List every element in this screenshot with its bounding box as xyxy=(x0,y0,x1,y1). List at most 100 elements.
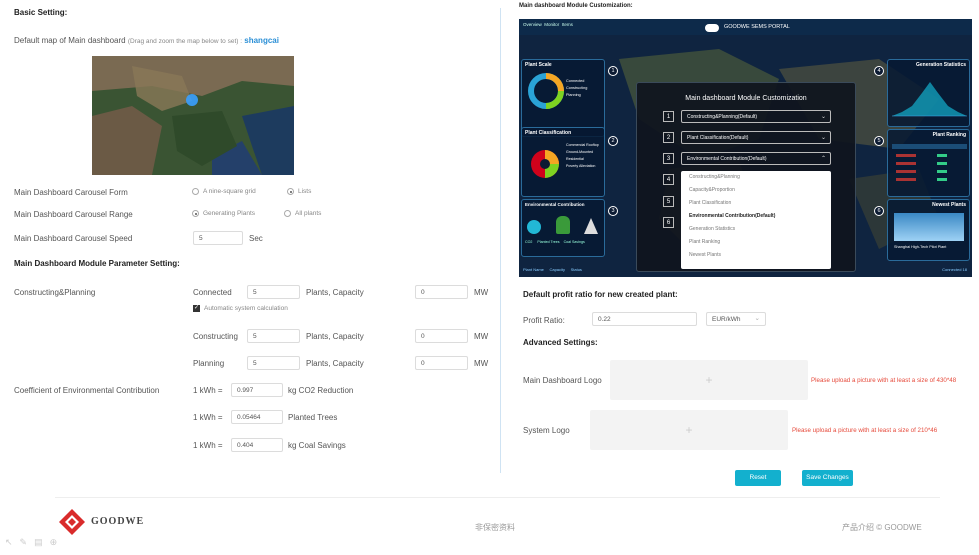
connected-plants-input[interactable]: 5 xyxy=(247,285,300,299)
dash-logo-upload[interactable]: + xyxy=(610,360,808,400)
currency-select[interactable]: EUR/kWh ⌄ xyxy=(706,312,766,326)
module-select-1[interactable]: Constructing&Planning(Default) xyxy=(681,110,831,123)
panel-plant-classification: Plant Classification Commercial Rooftop … xyxy=(521,127,605,197)
chevron-down-icon: ⌄ xyxy=(754,315,760,322)
co2-coef-input[interactable]: 0.997 xyxy=(231,383,283,397)
coal-unit: kg Coal Savings xyxy=(288,441,346,450)
map-city-link[interactable]: shangcai xyxy=(244,36,279,45)
dropdown-option-selected[interactable]: Environmental Contribution(Default) xyxy=(681,210,831,223)
carousel-speed-input[interactable]: 5 xyxy=(193,231,243,245)
preview-top-bar: Overview Monitor Items GOODWE SEMS PORTA… xyxy=(519,19,972,35)
row-number: 3 xyxy=(663,153,674,164)
legend-item: Connected xyxy=(566,79,585,83)
plus-icon: + xyxy=(685,423,693,437)
module-badge-1: 1 xyxy=(608,66,618,76)
coal-coef-input[interactable]: 0.404 xyxy=(231,438,283,452)
dropdown-option[interactable]: Generation Statistics xyxy=(681,223,831,236)
zoom-icon[interactable]: ⊕ xyxy=(50,537,65,547)
plants-capacity-label: Plants, Capacity xyxy=(306,332,364,341)
default-map[interactable] xyxy=(92,56,294,175)
planning-label: Planning xyxy=(193,359,225,368)
coal-icon xyxy=(584,218,598,234)
cloud-logo-icon xyxy=(705,24,719,32)
constructing-plants-input[interactable]: 5 xyxy=(247,329,300,343)
module-select-2[interactable]: Plant Classification(Default) xyxy=(681,131,831,144)
carousel-speed-unit: Sec xyxy=(249,234,263,243)
env-label: Planted Trees xyxy=(537,240,560,244)
panel-generation-statistics: Generation Statistics xyxy=(887,59,970,127)
option-label: All plants xyxy=(295,210,322,218)
dropdown-option[interactable]: Constructing&Planning xyxy=(681,171,831,184)
footer-divider xyxy=(55,497,940,498)
pen-icon[interactable]: ✎ xyxy=(20,537,35,547)
basic-setting-title: Basic Setting: xyxy=(14,8,68,17)
donut-chart-icon xyxy=(528,73,564,109)
map-location-marker xyxy=(186,94,198,106)
sys-logo-warning: Please upload a picture with at least a … xyxy=(792,427,938,434)
carousel-form-option-lists[interactable]: Lists xyxy=(287,188,311,195)
viewer-toolbar: ↖✎▤⊕ xyxy=(5,537,64,548)
carousel-range-option-all[interactable]: All plants xyxy=(284,210,321,217)
slides-icon[interactable]: ▤ xyxy=(34,537,50,547)
kwh-label: 1 kWh = xyxy=(193,441,223,450)
dash-logo-label: Main Dashboard Logo xyxy=(523,376,602,385)
brand-name: GOODWE xyxy=(91,516,145,527)
chevron-up-icon: ⌃ xyxy=(821,156,827,162)
radio-icon xyxy=(284,210,291,217)
dropdown-option[interactable]: Plant Ranking xyxy=(681,236,831,249)
trees-coef-input[interactable]: 0.05464 xyxy=(231,410,283,424)
plant-photo xyxy=(894,213,964,241)
satellite-map xyxy=(92,56,294,175)
carousel-form-label: Main Dashboard Carousel Form xyxy=(14,188,128,197)
option-label: Generating Plants xyxy=(203,210,256,218)
module-badge-2: 2 xyxy=(608,136,618,146)
row-number: 5 xyxy=(663,196,674,207)
default-map-label: Default map of Main dashboard (Drag and … xyxy=(14,36,279,45)
preview-tabs: Overview Monitor Items xyxy=(523,22,573,27)
generation-chart-icon xyxy=(892,82,967,117)
row-number: 2 xyxy=(663,132,674,143)
module-badge-4: 4 xyxy=(874,66,884,76)
customization-title: Main dashboard Module Customization: xyxy=(519,3,633,9)
save-changes-button[interactable]: Save Changes xyxy=(802,470,853,486)
class-legend: Commercial Rooftop Ground-Mounted Reside… xyxy=(566,142,599,170)
dropdown-option[interactable]: Plant Classification xyxy=(681,197,831,210)
profit-ratio-input[interactable]: 0.22 xyxy=(592,312,697,326)
plants-capacity-label: Plants, Capacity xyxy=(306,359,364,368)
constructing-planning-label: Constructing&Planning xyxy=(14,288,96,297)
legend-item: Planning xyxy=(566,93,581,97)
option-label: A nine-square grid xyxy=(203,188,256,196)
planning-capacity-input[interactable]: 0 xyxy=(415,356,468,370)
constructing-label: Constructing xyxy=(193,332,238,341)
dropdown-option[interactable]: Capacity&Proportion xyxy=(681,184,831,197)
preview-tab: Items xyxy=(561,22,573,27)
radio-selected-icon xyxy=(192,210,199,217)
carousel-range-option-generating[interactable]: Generating Plants xyxy=(192,210,255,217)
module-badge-5: 5 xyxy=(874,136,884,146)
preview-tab: Overview xyxy=(523,22,542,27)
footer-center-text: 非保密资料 xyxy=(475,523,515,532)
sys-logo-upload[interactable]: + xyxy=(590,410,788,450)
radio-icon xyxy=(192,188,199,195)
panel-title: Generation Statistics xyxy=(915,62,966,68)
kwh-label: 1 kWh = xyxy=(193,386,223,395)
carousel-form-option-grid[interactable]: A nine-square grid xyxy=(192,188,256,195)
legend-item: Ground-Mounted xyxy=(566,150,594,154)
dropdown-option[interactable]: Newest Plants xyxy=(681,249,831,262)
coef-env-label: Coefficient of Environmental Contributio… xyxy=(14,386,160,395)
reset-button[interactable]: Reset xyxy=(735,470,781,486)
legend-item: Poverty Alleviation xyxy=(566,164,596,168)
module-select-3[interactable]: Environmental Contribution(Default) xyxy=(681,152,831,165)
auto-calc-checkbox[interactable]: ✓ Automatic system calculation xyxy=(193,305,288,312)
mw-unit: MW xyxy=(474,288,489,297)
co2-unit: kg CO2 Reduction xyxy=(288,386,354,395)
pointer-icon[interactable]: ↖ xyxy=(5,537,20,547)
plants-capacity-label: Plants, Capacity xyxy=(306,288,364,297)
panel-title: Plant Classification xyxy=(525,130,572,136)
auto-calc-label: Automatic system calculation xyxy=(204,305,288,313)
constructing-capacity-input[interactable]: 0 xyxy=(415,329,468,343)
connected-capacity-input[interactable]: 0 xyxy=(415,285,468,299)
option-label: Lists xyxy=(298,188,312,196)
radio-selected-icon xyxy=(287,188,294,195)
planning-plants-input[interactable]: 5 xyxy=(247,356,300,370)
